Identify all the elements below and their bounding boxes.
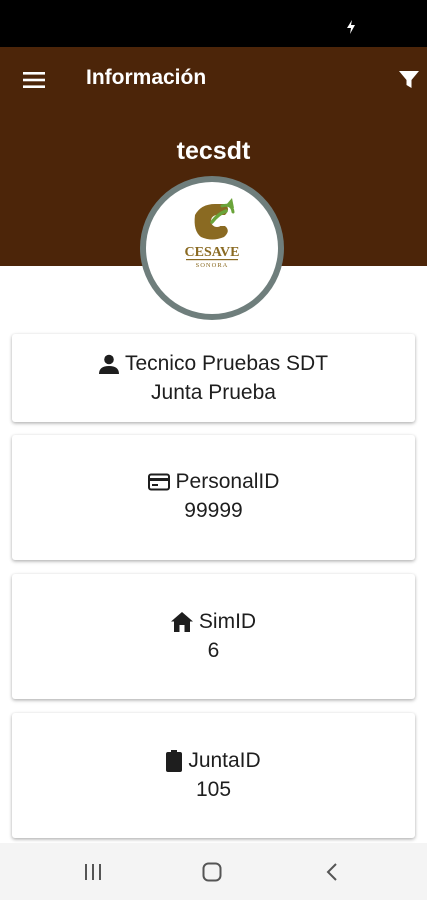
filter-funnel-icon bbox=[399, 71, 419, 88]
user-name-line: Tecnico Pruebas SDT bbox=[12, 349, 415, 379]
junta-id-value: 105 bbox=[195, 778, 232, 801]
logo-container: CESAVE SONORA bbox=[146, 182, 278, 314]
personal-id-card: PersonalID 99999 bbox=[12, 435, 415, 560]
junta-id-label: JuntaID bbox=[188, 749, 261, 772]
hamburger-menu-icon bbox=[23, 72, 45, 88]
sim-id-card: SimID 6 bbox=[12, 574, 415, 699]
profile-avatar: CESAVE SONORA bbox=[140, 176, 284, 320]
recents-icon bbox=[85, 864, 101, 880]
menu-button[interactable] bbox=[20, 67, 48, 93]
filter-button[interactable] bbox=[399, 67, 427, 93]
junta-id-card: JuntaID 105 bbox=[12, 713, 415, 838]
status-bar bbox=[0, 0, 427, 47]
junta-id-line: JuntaID bbox=[12, 746, 415, 776]
home-circle-icon bbox=[202, 862, 222, 882]
back-button[interactable] bbox=[312, 857, 352, 887]
user-name-card: Tecnico Pruebas SDT Junta Prueba bbox=[12, 334, 415, 422]
logo-subtitle: SONORA bbox=[196, 262, 229, 269]
clipboard-icon bbox=[166, 750, 183, 772]
back-chevron-icon bbox=[326, 863, 337, 881]
username: tecsdt bbox=[176, 137, 251, 165]
sim-id-line: SimID bbox=[12, 607, 415, 637]
person-icon bbox=[98, 354, 119, 374]
personal-id-value: 99999 bbox=[184, 499, 243, 522]
system-nav-bar bbox=[0, 843, 427, 900]
home-nav-button[interactable] bbox=[192, 857, 232, 887]
id-card-icon bbox=[147, 473, 170, 491]
sim-id-label: SimID bbox=[198, 610, 257, 633]
charging-bolt-icon bbox=[347, 20, 355, 34]
user-junta-name: Junta Prueba bbox=[151, 381, 276, 404]
app-bar: Información bbox=[0, 47, 427, 113]
personal-id-line: PersonalID bbox=[12, 467, 415, 497]
sim-id-value: 6 bbox=[207, 639, 220, 662]
personal-id-label: PersonalID bbox=[175, 470, 280, 493]
page-title: Información bbox=[86, 66, 207, 89]
cesave-logo: CESAVE SONORA bbox=[185, 198, 240, 269]
recents-button[interactable] bbox=[73, 857, 113, 887]
logo-wordmark: CESAVE bbox=[185, 245, 240, 260]
home-icon bbox=[170, 612, 193, 632]
user-full-name: Tecnico Pruebas SDT bbox=[124, 352, 329, 375]
